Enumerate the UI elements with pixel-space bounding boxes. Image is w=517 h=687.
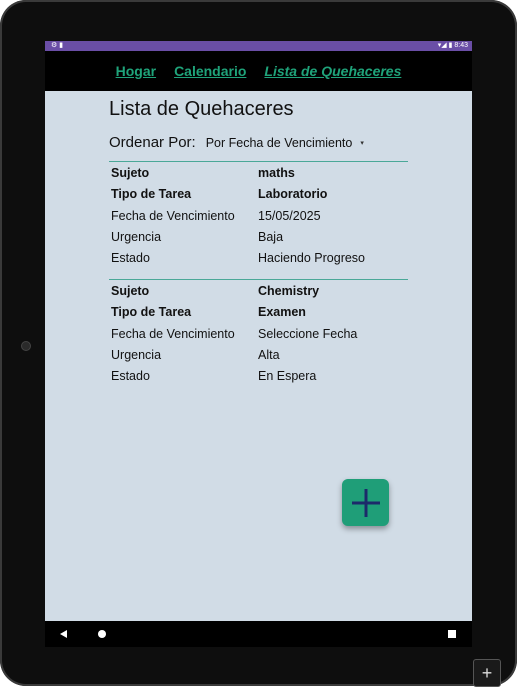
plus-icon: [351, 488, 380, 517]
nav-link-home[interactable]: Hogar: [116, 63, 156, 79]
row-value: Baja: [258, 229, 284, 244]
row-key: Urgencia: [111, 347, 162, 362]
recent-apps-icon[interactable]: [448, 630, 456, 638]
main-content: Lista de Quehaceres Ordenar Por: Por Fec…: [45, 91, 472, 621]
row-value: En Espera: [258, 369, 317, 384]
task-row-due-date: Fecha de Vencimiento Seleccione Fecha: [109, 323, 408, 344]
task-row-subject: Sujeto maths: [109, 162, 408, 183]
task-card[interactable]: Sujeto maths Tipo de Tarea Laboratorio F…: [109, 161, 408, 268]
status-left-icons: ⚙ ▮: [51, 42, 64, 49]
row-value: maths: [258, 166, 295, 180]
row-value: Seleccione Fecha: [258, 326, 358, 341]
row-value: Alta: [258, 347, 280, 362]
task-row-urgency: Urgencia Baja: [109, 226, 408, 247]
row-value: 15/05/2025: [258, 208, 321, 223]
task-row-status: Estado Haciendo Progreso: [109, 247, 408, 268]
page-title: Lista de Quehaceres: [109, 98, 294, 120]
row-key: Urgencia: [111, 229, 162, 244]
task-row-status: Estado En Espera: [109, 365, 408, 386]
top-navigation: Hogar Calendario Lista de Quehaceres: [45, 51, 472, 91]
chevron-down-icon: ▾: [360, 139, 364, 147]
sort-dropdown[interactable]: Por Fecha de Vencimiento ▾: [206, 136, 364, 150]
row-key: Tipo de Tarea: [111, 187, 192, 202]
camera-dot: [21, 341, 31, 351]
task-card[interactable]: Sujeto Chemistry Tipo de Tarea Examen Fe…: [109, 279, 408, 386]
row-key: Sujeto: [111, 284, 150, 298]
sort-selected-value: Por Fecha de Vencimiento: [205, 135, 353, 150]
sort-label: Ordenar Por:: [109, 134, 196, 151]
row-value: Laboratorio: [258, 187, 328, 202]
task-row-type: Tipo de Tarea Examen: [109, 301, 408, 322]
status-bar: ⚙ ▮ ▾◢ ▮ 8:43: [45, 41, 472, 51]
back-icon[interactable]: [60, 630, 67, 638]
task-row-type: Tipo de Tarea Laboratorio: [109, 183, 408, 204]
task-row-subject: Sujeto Chemistry: [109, 280, 408, 301]
row-key: Fecha de Vencimiento: [111, 326, 235, 341]
nav-link-calendar[interactable]: Calendario: [174, 63, 246, 79]
row-key: Estado: [111, 369, 150, 384]
home-icon[interactable]: [98, 630, 106, 638]
tablet-frame: ⚙ ▮ ▾◢ ▮ 8:43 Hogar Calendario Lista de …: [0, 0, 517, 687]
row-key: Tipo de Tarea: [111, 305, 192, 320]
task-row-urgency: Urgencia Alta: [109, 344, 408, 365]
row-key: Estado: [111, 251, 150, 266]
row-value: Examen: [258, 305, 306, 320]
emulator-plus-button[interactable]: +: [473, 659, 501, 687]
status-right-info: ▾◢ ▮ 8:43: [437, 42, 468, 49]
row-key: Fecha de Vencimiento: [111, 208, 235, 223]
row-key: Sujeto: [111, 166, 150, 180]
add-task-button[interactable]: [342, 479, 389, 526]
sort-row: Ordenar Por: Por Fecha de Vencimiento ▾: [109, 134, 364, 151]
system-navigation-bar: [45, 621, 472, 647]
row-value: Haciendo Progreso: [258, 251, 366, 266]
nav-link-tasks[interactable]: Lista de Quehaceres: [264, 63, 401, 79]
task-row-due-date: Fecha de Vencimiento 15/05/2025: [109, 205, 408, 226]
row-value: Chemistry: [258, 284, 320, 298]
